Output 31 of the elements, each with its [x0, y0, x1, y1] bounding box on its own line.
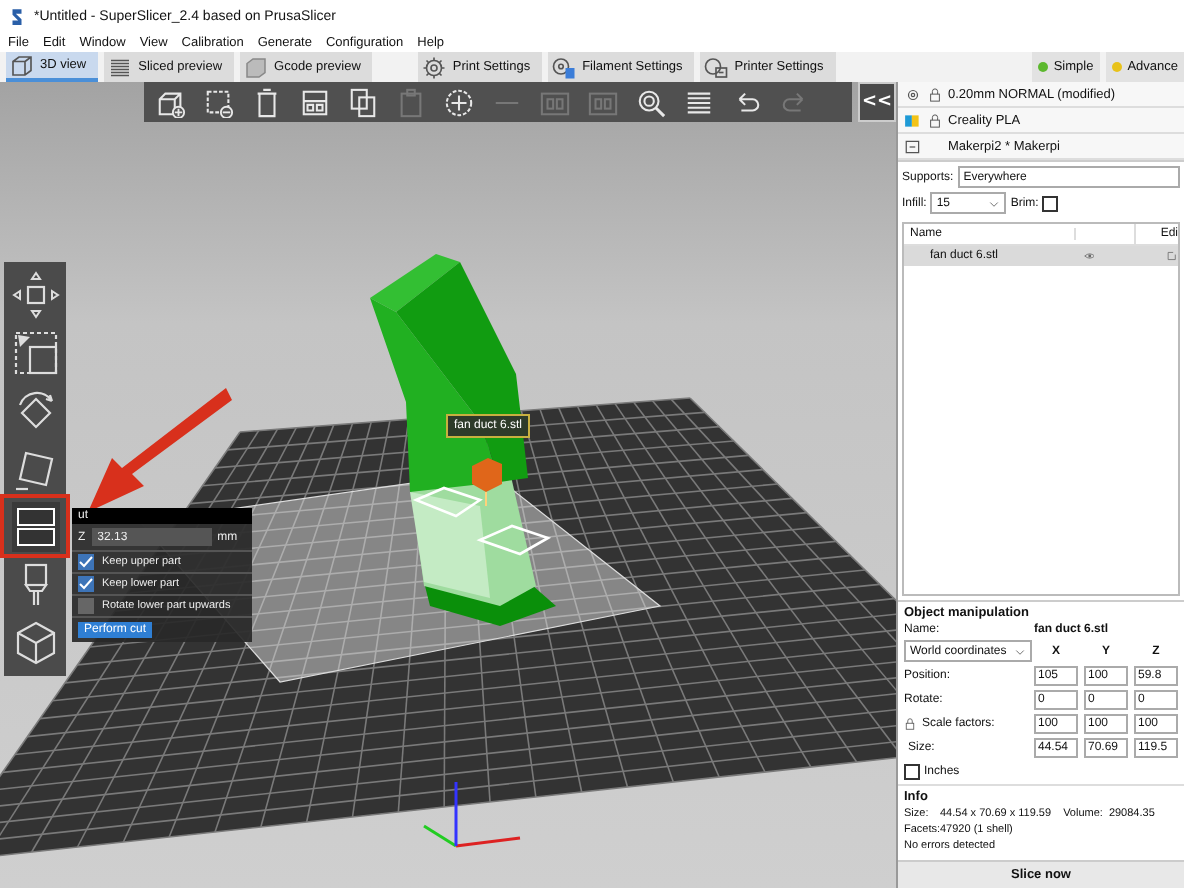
axes-icon — [423, 782, 521, 848]
search-icon[interactable] — [636, 87, 666, 117]
cube-icon[interactable] — [11, 618, 59, 668]
caret-icon — [988, 197, 1001, 209]
lock-icon — [904, 718, 916, 730]
cube-icon — [10, 53, 34, 77]
move-icon[interactable] — [11, 270, 59, 320]
edit-icon — [1166, 250, 1179, 262]
scale-icon[interactable] — [11, 328, 59, 378]
copy-icon[interactable] — [348, 87, 378, 117]
cut-handle-icon[interactable] — [472, 458, 502, 507]
add-object-icon[interactable] — [156, 87, 186, 117]
arrange-icon[interactable] — [300, 87, 330, 117]
layers-icon — [108, 55, 133, 79]
layers-icon[interactable] — [684, 87, 714, 117]
lock-icon — [928, 113, 942, 127]
cut-icon[interactable] — [11, 502, 59, 552]
gear-icon — [904, 85, 922, 103]
collapse-button[interactable]: << — [858, 82, 896, 122]
caret-icon — [1014, 645, 1026, 657]
checkbox[interactable] — [78, 598, 94, 614]
checkbox[interactable] — [904, 764, 920, 780]
trash-icon[interactable] — [252, 87, 282, 117]
checkbox[interactable] — [1042, 195, 1059, 211]
annotation-arrow — [88, 388, 232, 512]
delete-icon[interactable] — [204, 87, 234, 117]
lock-icon — [928, 87, 942, 101]
app-logo-icon — [8, 7, 26, 25]
plus-icon[interactable] — [444, 87, 474, 117]
eye-icon — [1083, 250, 1095, 262]
highlight-frame — [0, 494, 70, 558]
